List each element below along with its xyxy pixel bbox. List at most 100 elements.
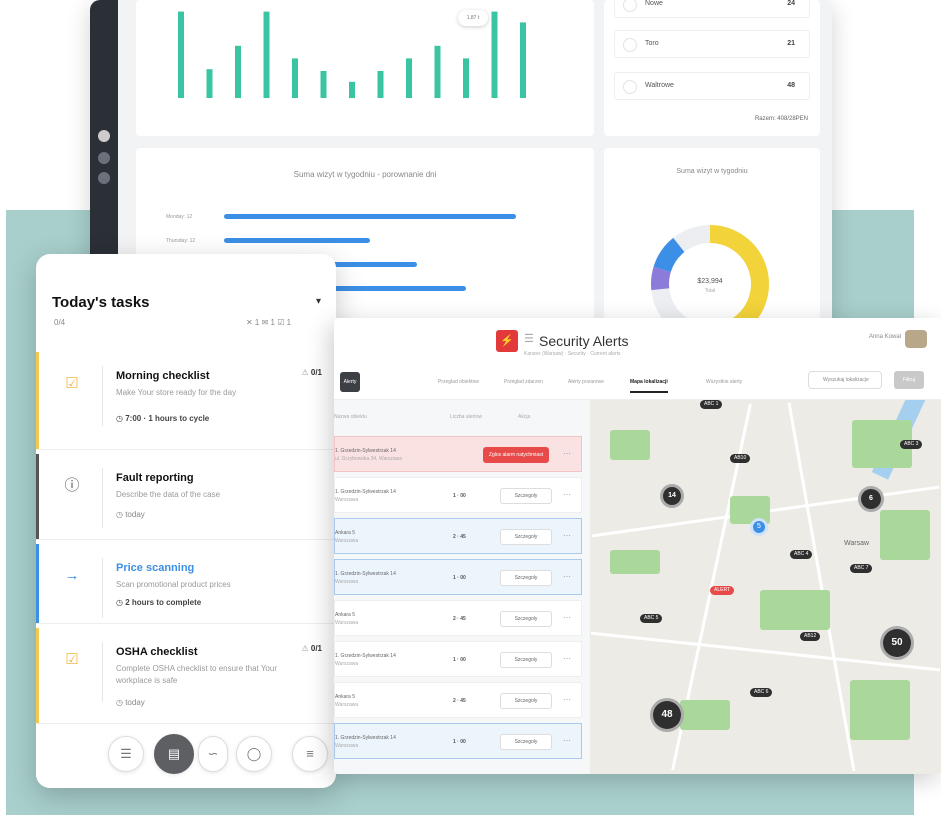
tab-fire[interactable]: Alerty pozarowe (568, 379, 604, 385)
details-button[interactable]: Szczegoly (500, 652, 552, 668)
avatar[interactable] (905, 330, 927, 348)
map-label[interactable]: ABC 6 (750, 688, 773, 697)
location-pin-icon[interactable]: 5 (750, 518, 768, 536)
more-icon[interactable]: ⋯ (563, 695, 571, 704)
park (610, 430, 650, 460)
alerts-table: Nazwa obiektu Liczba alertow Akcja 1. Gr… (334, 400, 590, 774)
task-edge (36, 628, 39, 723)
dropdown-caret-icon[interactable]: ▾ (316, 296, 321, 307)
map-cluster[interactable]: 14 (660, 484, 684, 508)
tab-bar: Alerty Przeglad obiektow Przeglad zdarze… (334, 366, 941, 400)
table-row[interactable]: 1. Grzedzin-Sylwestrzak 14 Warszawa 1 · 00… (334, 641, 582, 677)
map-cluster[interactable]: 6 (858, 486, 884, 512)
map-view[interactable]: Warsaw 14 6 50 48 5 ABC 1 AB10 ABC 3 ABC… (590, 400, 941, 774)
map-label[interactable]: AB10 (730, 454, 751, 463)
park (760, 590, 830, 630)
row-count: 1 · 00 (453, 739, 466, 745)
legend-dot-icon (623, 38, 637, 52)
row-name: 1. Grzedzin-Sylwestrzak 14 (335, 571, 396, 577)
legend-footer: Razem: 408/28PEN (754, 116, 808, 122)
tasks-stats: ✕ 1 ✉ 1 ☑ 1 (246, 318, 292, 327)
chat-icon[interactable]: ◯ (236, 736, 272, 772)
map-cluster[interactable]: 48 (650, 698, 684, 732)
tab-all[interactable]: Wszystkie alerty (706, 379, 742, 385)
table-row[interactable]: Ankara 5 Warszawa 2 · 45 Szczegoly ⋯ (334, 600, 582, 636)
task-card[interactable]: ☑ OSHA checklist Complete OSHA checklist… (36, 628, 336, 724)
sidebar-icon-1[interactable] (98, 152, 110, 164)
legend-name: Waltrowe (645, 82, 674, 89)
park (880, 510, 930, 560)
park (610, 550, 660, 574)
more-icon[interactable]: ⋯ (563, 490, 571, 499)
breadcrumb[interactable]: Kanzex (Warsaw) · Security · Current ale… (524, 351, 621, 357)
tasks-title: Today's tasks (52, 294, 150, 311)
row-subtitle: Warszawa (335, 661, 359, 667)
map-label[interactable]: ABC 7 (850, 564, 873, 573)
more-icon[interactable]: ⋯ (563, 449, 571, 458)
table-row[interactable]: 1. Grzedzin-Sylwestrzak 14 Warszawa 1 · 00… (334, 477, 582, 513)
tasks-list-icon[interactable]: ▤ (154, 734, 194, 774)
task-progress: ⚠ 0/1 (301, 368, 322, 377)
details-button[interactable]: Szczegoly (500, 488, 552, 504)
task-card[interactable]: → Price scanning Scan promotional produc… (36, 544, 336, 624)
chart-line-icon[interactable]: ∽ (198, 736, 228, 772)
menu-icon[interactable]: ☰ (524, 332, 534, 345)
chart-tooltip: 1,87 t (458, 10, 488, 26)
details-button[interactable]: Szczegoly (500, 693, 552, 709)
map-label[interactable]: AB12 (800, 632, 821, 641)
more-icon[interactable]: ⋯ (563, 613, 571, 622)
row-count: 1 · 00 (453, 657, 466, 663)
menu-icon[interactable]: ☰ (108, 736, 144, 772)
alerts-pill-button[interactable]: Alerty (340, 372, 360, 392)
search-input[interactable]: Wyszukaj lokalizacje (808, 371, 882, 389)
hbar-label: Thursday: 12 (166, 238, 196, 244)
tab-map[interactable]: Mapa lokalizacji (630, 379, 668, 393)
map-label[interactable]: ABC 4 (790, 550, 813, 559)
table-row[interactable]: 1. Grzedzin-Sylwestrzak 14 Warszawa 1 · 00… (334, 559, 582, 595)
sidebar-icon-2[interactable] (98, 172, 110, 184)
header-name: Nazwa obiektu (334, 414, 367, 420)
tab-events[interactable]: Przeglad zdarzen (504, 379, 543, 385)
legend-row[interactable]: Waltrowe 48 (614, 72, 810, 100)
legend-row[interactable]: Toro 21 (614, 30, 810, 58)
task-card[interactable]: ⓘ Fault reporting Describe the data of t… (36, 454, 336, 540)
details-button[interactable]: Szczegoly (500, 529, 552, 545)
map-label[interactable]: ABC 1 (700, 400, 723, 409)
more-icon[interactable]: ⋯ (563, 531, 571, 540)
table-row[interactable]: Ankara 5 Warszawa 2 · 45 Szczegoly ⋯ (334, 682, 582, 718)
map-label[interactable]: ABC 3 (900, 440, 923, 449)
details-button[interactable]: Szczegoly (500, 570, 552, 586)
more-icon[interactable]: ⋯ (563, 572, 571, 581)
park (680, 700, 730, 730)
legend-row[interactable]: Nowe 24 (614, 0, 810, 18)
legend-card: Nowe 24 Toro 21 Waltrowe 48 Razem: 408/2… (604, 0, 820, 136)
task-meta: ◷ 2 hours to complete (116, 598, 202, 607)
map-label[interactable]: ABC 5 (640, 614, 663, 623)
bar (406, 58, 412, 98)
legend-name: Toro (645, 40, 659, 47)
task-description: Complete OSHA checklist to ensure that Y… (116, 664, 277, 685)
donut-caption: Total (704, 288, 716, 294)
filter-button[interactable]: Filtruj (894, 371, 924, 389)
table-row[interactable]: 1. Grzedzin-Sylwestrzak 14 ul. Grzybowska… (334, 436, 582, 472)
task-description: Scan promotional product prices (116, 580, 231, 589)
alarm-button[interactable]: Zglos alarm natychmiast (483, 447, 549, 463)
legend-value: 24 (787, 0, 795, 7)
row-count: 2 · 45 (453, 534, 466, 540)
more-icon[interactable]: ⋯ (563, 736, 571, 745)
details-button[interactable]: Szczegoly (500, 611, 552, 627)
row-subtitle: Warszawa (335, 702, 359, 708)
user-name[interactable]: Anna Kowal (869, 334, 901, 340)
donut-chart-card: Suma wizyt w tygodniu $23,994 Total (604, 148, 820, 330)
map-cluster[interactable]: 50 (880, 626, 914, 660)
details-button[interactable]: Szczegoly (500, 734, 552, 750)
map-alert-label[interactable]: ALERT (710, 586, 735, 595)
table-row[interactable]: Ankara 5 Warszawa 2 · 45 Szczegoly ⋯ (334, 518, 582, 554)
settings-sliders-icon[interactable]: ≡ (292, 736, 328, 772)
tab-objects[interactable]: Przeglad obiektow (438, 379, 479, 385)
bar (320, 71, 327, 98)
more-icon[interactable]: ⋯ (563, 654, 571, 663)
table-row[interactable]: 1. Grzedzin-Sylwestrzak 14 Warszawa 1 · 00… (334, 723, 582, 759)
task-card[interactable]: ☑ Morning checklist Make Your store read… (36, 352, 336, 450)
legend-dot-icon (623, 0, 637, 12)
